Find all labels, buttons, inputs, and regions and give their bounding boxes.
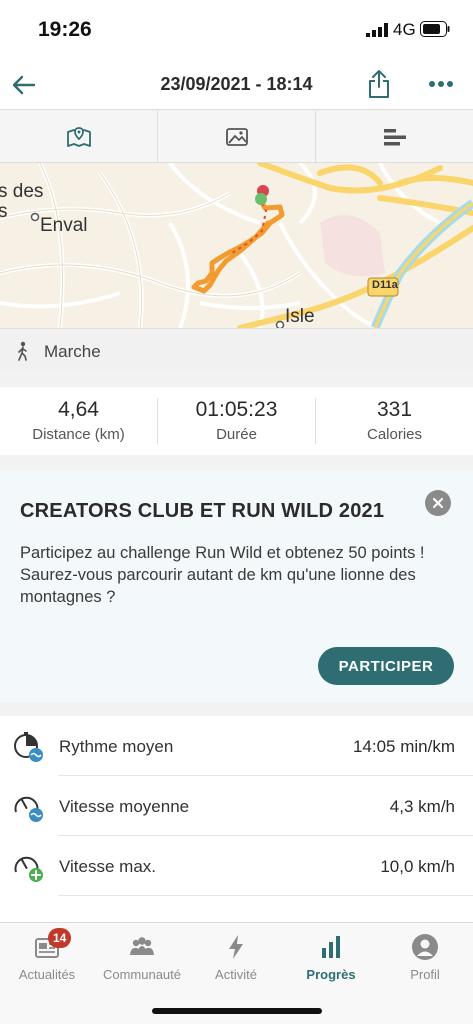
challenge-promo-card: CREATORS CLUB ET RUN WILD 2021 Participe…: [0, 470, 473, 702]
map-label-des: s des: [0, 181, 44, 202]
battery-icon: [420, 21, 450, 37]
stat-label: Rythme moyen: [59, 737, 174, 756]
activity-summary: 4,64 Distance (km) 01:05:23 Durée 331 Ca…: [0, 387, 473, 455]
image-icon: [225, 127, 248, 146]
page-title: 23/09/2021 - 18:14: [160, 74, 313, 94]
more-options-icon[interactable]: [428, 77, 454, 91]
tab-details[interactable]: [316, 111, 473, 162]
status-bar: 19:26 4G: [0, 0, 473, 60]
tab-label: Profil: [410, 967, 440, 982]
summary-distance: 4,64 Distance (km): [0, 398, 158, 444]
summary-value: 01:05:23: [195, 398, 278, 421]
tab-label: Progrès: [306, 967, 356, 982]
stat-row-max-speed: Vitesse max. 10,0 km/h: [0, 836, 473, 896]
map-icon: [66, 126, 91, 147]
activity-type: Marche: [0, 328, 473, 372]
participate-button[interactable]: PARTICIPER: [318, 647, 454, 685]
speedometer-icon: [14, 796, 43, 822]
view-tabs: [0, 111, 473, 163]
tab-map[interactable]: [0, 111, 158, 162]
summary-label: Durée: [216, 426, 257, 443]
tab-actualites[interactable]: 14 Actualités: [0, 923, 94, 993]
nav-bar: 23/09/2021 - 18:14: [0, 60, 473, 110]
summary-duration: 01:05:23 Durée: [158, 398, 316, 444]
tab-progres[interactable]: Progrès: [284, 923, 378, 993]
community-icon: [130, 937, 154, 955]
summary-value: 331: [376, 398, 413, 421]
tab-profil[interactable]: Profil: [378, 923, 472, 993]
promo-text: Participez au challenge Run Wild et obte…: [20, 544, 425, 606]
notification-badge: 14: [48, 928, 72, 948]
bar-list-icon: [383, 128, 406, 145]
stat-value: 4,3 km/h: [389, 797, 455, 816]
close-button[interactable]: [425, 490, 451, 516]
home-indicator[interactable]: [152, 1008, 322, 1014]
walking-icon: [18, 341, 27, 361]
map-label-road: D11a: [372, 279, 398, 291]
tab-communaute[interactable]: Communauté: [95, 923, 189, 993]
summary-label: Calories: [366, 426, 423, 443]
stat-label: Vitesse max.: [59, 857, 157, 876]
progress-chart-icon: [322, 936, 340, 958]
stat-value: 14:05 min/km: [352, 737, 455, 756]
tab-photos[interactable]: [158, 111, 316, 162]
divider: [58, 895, 473, 896]
map-label-isle: Isle: [285, 306, 315, 327]
stat-row-pace: Rythme moyen 14:05 min/km: [0, 716, 473, 776]
summary-value: 4,64: [58, 398, 99, 421]
promo-title: CREATORS CLUB ET RUN WILD 2021: [20, 500, 385, 522]
status-time: 19:26: [38, 18, 92, 41]
tab-label: Actualités: [18, 967, 76, 982]
close-icon: [432, 497, 444, 509]
stat-label: Vitesse moyenne: [59, 797, 190, 816]
summary-label: Distance (km): [32, 426, 125, 443]
tab-label: Activité: [215, 967, 257, 982]
profile-icon: [412, 934, 438, 960]
stat-value: 10,0 km/h: [380, 857, 455, 876]
share-icon[interactable]: [367, 69, 391, 99]
tab-label: Communauté: [102, 967, 182, 982]
stats-list: Rythme moyen 14:05 min/km Vitesse moyenn…: [0, 716, 473, 922]
signal-icon: [366, 23, 388, 37]
pace-icon: [14, 732, 43, 762]
map-background: [0, 163, 473, 328]
route-map[interactable]: s des s Enval Isle D11a: [0, 163, 473, 328]
lightning-icon: [229, 935, 243, 959]
stat-row-avg-speed: Vitesse moyenne 4,3 km/h: [0, 776, 473, 836]
network-type: 4G: [393, 20, 416, 39]
summary-calories: 331 Calories: [316, 398, 473, 444]
activity-type-label: Marche: [44, 342, 101, 361]
map-label-s: s: [0, 201, 8, 222]
map-label-enval: Enval: [40, 215, 88, 236]
tab-activite[interactable]: Activité: [189, 923, 283, 993]
speedometer-plus-icon: [14, 856, 43, 882]
